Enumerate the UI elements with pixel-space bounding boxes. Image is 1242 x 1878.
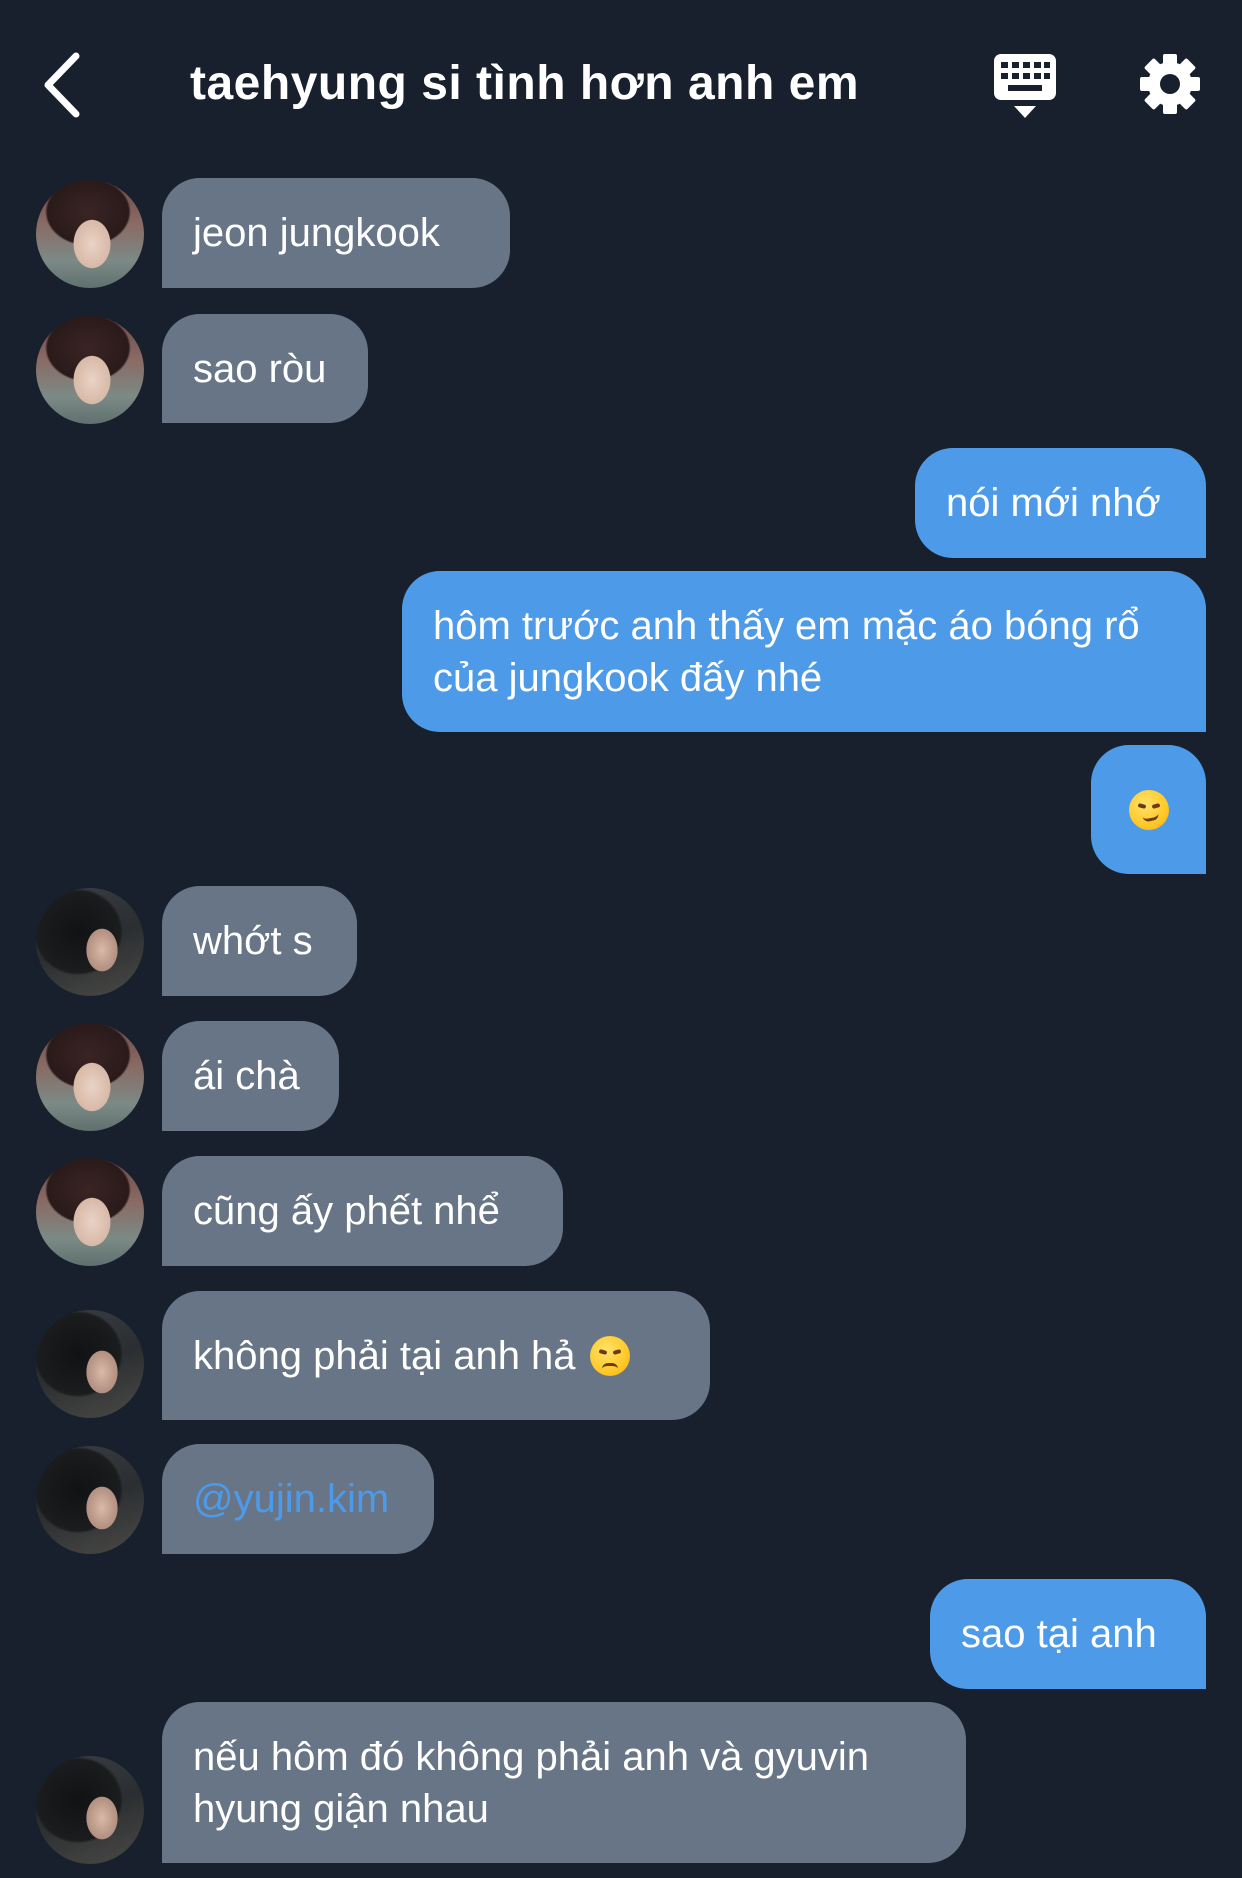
avatar[interactable] [36,180,144,288]
angry-face-emoji-icon [589,1335,630,1376]
chat-title: taehyung si tình hơn anh em [190,57,859,110]
message-bubble[interactable]: ái chà [162,1021,339,1131]
message-text: không phải tại anh hả [193,1333,576,1378]
message-bubble[interactable]: sao ròu [162,314,368,423]
message-text: sao tại anh [961,1612,1157,1656]
avatar[interactable] [36,1446,144,1554]
avatar[interactable] [36,1310,144,1418]
avatar[interactable] [36,1023,144,1131]
avatar[interactable] [36,1756,144,1864]
message-text: whớt s [193,919,313,963]
message-text: sao ròu [193,346,327,391]
gear-icon [1140,54,1200,114]
mention-link[interactable]: @yujin.kim [193,1473,389,1525]
message-bubble[interactable] [1091,745,1206,874]
message-text: cũng ấy phết nhể [193,1189,500,1233]
message-bubble[interactable]: nói mới nhớ [915,448,1206,558]
message-bubble[interactable]: cũng ấy phết nhể [162,1156,563,1266]
keyboard-icon [994,54,1056,118]
message-bubble[interactable]: hôm trước anh thấy em mặc áo bóng rổ của… [402,571,1206,732]
back-button[interactable] [38,50,94,120]
message-text: hôm trước anh thấy em mặc áo bóng rổ của… [433,603,1140,700]
message-bubble[interactable]: nếu hôm đó không phải anh và gyuvin hyun… [162,1702,966,1863]
smirking-face-emoji-icon [1128,789,1169,830]
avatar[interactable] [36,1158,144,1266]
message-text: jeon jungkook [193,211,440,255]
message-text: ái chà [193,1054,300,1098]
chat-screen: taehyung si tình hơn anh em jeon jungkoo… [0,0,1242,1878]
message-bubble[interactable]: không phải tại anh hả [162,1291,710,1420]
message-bubble[interactable]: whớt s [162,886,357,996]
message-text: nói mới nhớ [946,481,1161,525]
settings-button[interactable] [1138,52,1202,116]
message-bubble[interactable]: sao tại anh [930,1579,1206,1689]
message-bubble[interactable]: @yujin.kim [162,1444,434,1554]
chevron-left-icon [44,52,80,118]
avatar[interactable] [36,316,144,424]
chat-header: taehyung si tình hơn anh em [0,0,1242,170]
message-bubble[interactable]: jeon jungkook [162,178,510,288]
message-text: nếu hôm đó không phải anh và gyuvin hyun… [193,1734,870,1831]
keyboard-button[interactable] [992,52,1058,120]
avatar[interactable] [36,888,144,996]
